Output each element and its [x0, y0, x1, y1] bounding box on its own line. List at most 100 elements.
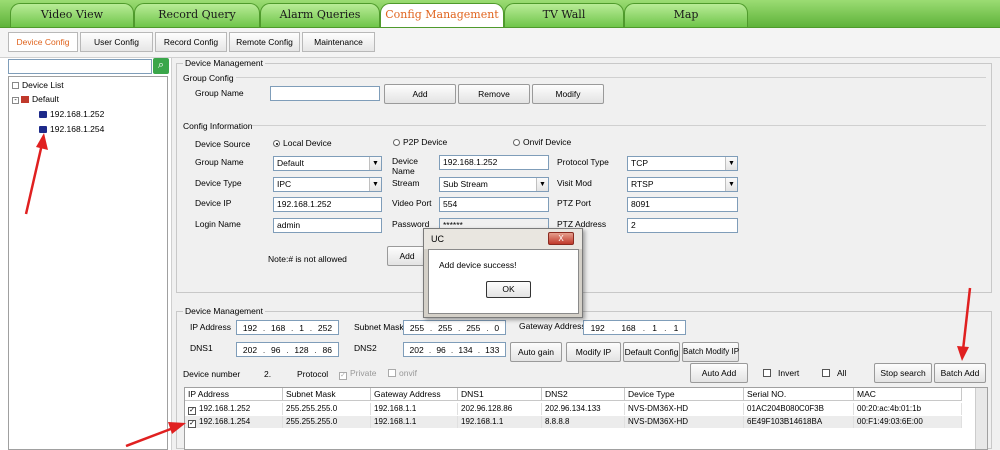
batch-add-button[interactable]: Batch Add: [934, 363, 986, 383]
tab-config-management[interactable]: Config Management: [380, 3, 504, 27]
onvif-label: onvif: [399, 368, 417, 378]
tree-root-label: Device List: [22, 80, 64, 90]
dialog-body: Add device success! OK: [428, 249, 579, 314]
ip-address-field[interactable]: 192. 168. 1. 252: [236, 320, 339, 335]
column-header[interactable]: Serial NO.: [744, 388, 854, 401]
column-header[interactable]: DNS2: [542, 388, 625, 401]
subtab-user-config[interactable]: User Config: [80, 32, 153, 52]
column-header[interactable]: DNS1: [458, 388, 542, 401]
modify-ip-button[interactable]: Modify IP: [566, 342, 621, 362]
column-header[interactable]: Gateway Address: [371, 388, 458, 401]
ip-octet: 86: [322, 344, 333, 355]
device-name-input[interactable]: 192.168.1.252: [439, 155, 549, 170]
dns1-label: DNS1: [190, 343, 213, 353]
table-cell: 192.168.1.1: [458, 416, 542, 428]
collapse-icon[interactable]: -: [12, 97, 19, 104]
auto-gain-button[interactable]: Auto gain: [510, 342, 562, 362]
subtab-remote-config[interactable]: Remote Config: [229, 32, 300, 52]
tree-group-default[interactable]: - Default: [12, 94, 59, 104]
device-add-button[interactable]: Add: [387, 246, 427, 266]
ok-button[interactable]: OK: [486, 281, 531, 298]
login-name-input[interactable]: admin: [273, 218, 382, 233]
all-checkbox[interactable]: All: [822, 368, 846, 378]
column-header[interactable]: Device Type: [625, 388, 744, 401]
dns1-field[interactable]: 202. 96. 128. 86: [236, 342, 339, 357]
column-header[interactable]: MAC: [854, 388, 962, 401]
ptz-port-label: PTZ Port: [557, 198, 592, 208]
group-name-label-2: Group Name: [195, 157, 244, 167]
onvif-checkbox[interactable]: onvif: [388, 368, 417, 378]
group-remove-button[interactable]: Remove: [458, 84, 530, 104]
ptz-address-input[interactable]: 2: [627, 218, 738, 233]
radio-icon: [273, 140, 280, 147]
ip-octet: 1: [673, 322, 679, 333]
stop-search-button[interactable]: Stop search: [874, 363, 932, 383]
subtab-device-config[interactable]: Device Config: [8, 32, 78, 52]
column-header[interactable]: IP Address: [185, 388, 283, 401]
tab-alarm-queries[interactable]: Alarm Queries: [260, 3, 380, 27]
message-dialog: UC X Add device success! OK: [423, 228, 583, 318]
tree-device-item[interactable]: 192.168.1.252: [39, 109, 104, 119]
invert-checkbox[interactable]: Invert: [763, 368, 799, 378]
group-name-select[interactable]: Default ▼: [273, 156, 382, 171]
table-scrollbar[interactable]: [975, 388, 987, 449]
tab-map[interactable]: Map: [624, 3, 748, 27]
subnet-mask-field[interactable]: 255. 255. 255. 0: [403, 320, 506, 335]
dns2-field[interactable]: 202. 96. 134. 133: [403, 342, 506, 357]
subtab-maintenance[interactable]: Maintenance: [302, 32, 375, 52]
close-icon[interactable]: X: [548, 232, 574, 245]
ip-address-label: IP Address: [190, 322, 231, 332]
protocol-type-select[interactable]: TCP ▼: [627, 156, 738, 171]
table-cell: 255.255.255.0: [283, 416, 371, 428]
radio-onvif-device[interactable]: Onvif Device: [513, 137, 571, 147]
group-modify-button[interactable]: Modify: [532, 84, 604, 104]
stream-label: Stream: [392, 178, 420, 188]
device-type-select[interactable]: IPC ▼: [273, 177, 382, 192]
visit-mod-select[interactable]: RTSP ▼: [627, 177, 738, 192]
dns2-label: DNS2: [354, 343, 377, 353]
protocol-type-value: TCP: [631, 158, 648, 168]
search-input[interactable]: [8, 59, 152, 74]
private-checkbox[interactable]: ✓ Private: [339, 368, 376, 380]
group-name-label: Group Name: [195, 88, 244, 98]
video-port-input[interactable]: 554: [439, 197, 549, 212]
ip-octet: 168: [621, 322, 636, 333]
table-cell: ✓ 192.168.1.252: [185, 403, 283, 415]
invert-label: Invert: [778, 368, 800, 378]
device-ip-input[interactable]: 192.168.1.252: [273, 197, 382, 212]
group-name-input[interactable]: [270, 86, 380, 101]
table-cell: NVS-DM36X-HD: [625, 416, 744, 428]
tab-tv-wall[interactable]: TV Wall: [504, 3, 624, 27]
ip-octet: 133: [485, 344, 500, 355]
protocol-type-label: Protocol Type: [557, 157, 609, 167]
radio-p2p-device[interactable]: P2P Device: [393, 137, 447, 147]
tab-video-view[interactable]: Video View: [10, 3, 134, 27]
ip-octet: 96: [436, 344, 446, 355]
gateway-field[interactable]: 192. 168. 1. 1: [583, 320, 686, 335]
device-table: IP Address Subnet Mask Gateway Address D…: [184, 387, 988, 450]
auto-add-button[interactable]: Auto Add: [690, 363, 748, 383]
checkbox-icon[interactable]: ✓: [188, 420, 196, 428]
column-header[interactable]: Subnet Mask: [283, 388, 371, 401]
tab-record-query[interactable]: Record Query: [134, 3, 260, 27]
tree-root[interactable]: Device List: [12, 80, 64, 90]
device-tree: Device List - Default 192.168.1.252 192.1…: [8, 76, 168, 450]
radio-local-device[interactable]: Local Device: [273, 138, 332, 148]
radio-icon: [393, 139, 400, 146]
checkbox-icon[interactable]: ✓: [188, 407, 196, 415]
ip-octet: 96: [271, 344, 281, 355]
checkbox-icon: ✓: [339, 372, 347, 380]
chevron-down-icon: ▼: [369, 157, 381, 170]
group-config-title: Group Config: [183, 73, 234, 83]
ptz-port-input[interactable]: 8091: [627, 197, 738, 212]
batch-modify-ip-button[interactable]: Batch Modify IP: [682, 342, 739, 362]
group-add-button[interactable]: Add: [384, 84, 456, 104]
search-icon[interactable]: ⌕: [153, 58, 169, 74]
table-cell: NVS-DM36X-HD: [625, 403, 744, 415]
subtab-record-config[interactable]: Record Config: [155, 32, 227, 52]
table-row[interactable]: ✓ 192.168.1.252 255.255.255.0 192.168.1.1…: [185, 403, 962, 415]
default-config-button[interactable]: Default Config: [623, 342, 680, 362]
table-row[interactable]: ✓ 192.168.1.254 255.255.255.0 192.168.1.1…: [185, 416, 962, 428]
tree-device-item[interactable]: 192.168.1.254: [39, 124, 104, 134]
stream-select[interactable]: Sub Stream ▼: [439, 177, 549, 192]
